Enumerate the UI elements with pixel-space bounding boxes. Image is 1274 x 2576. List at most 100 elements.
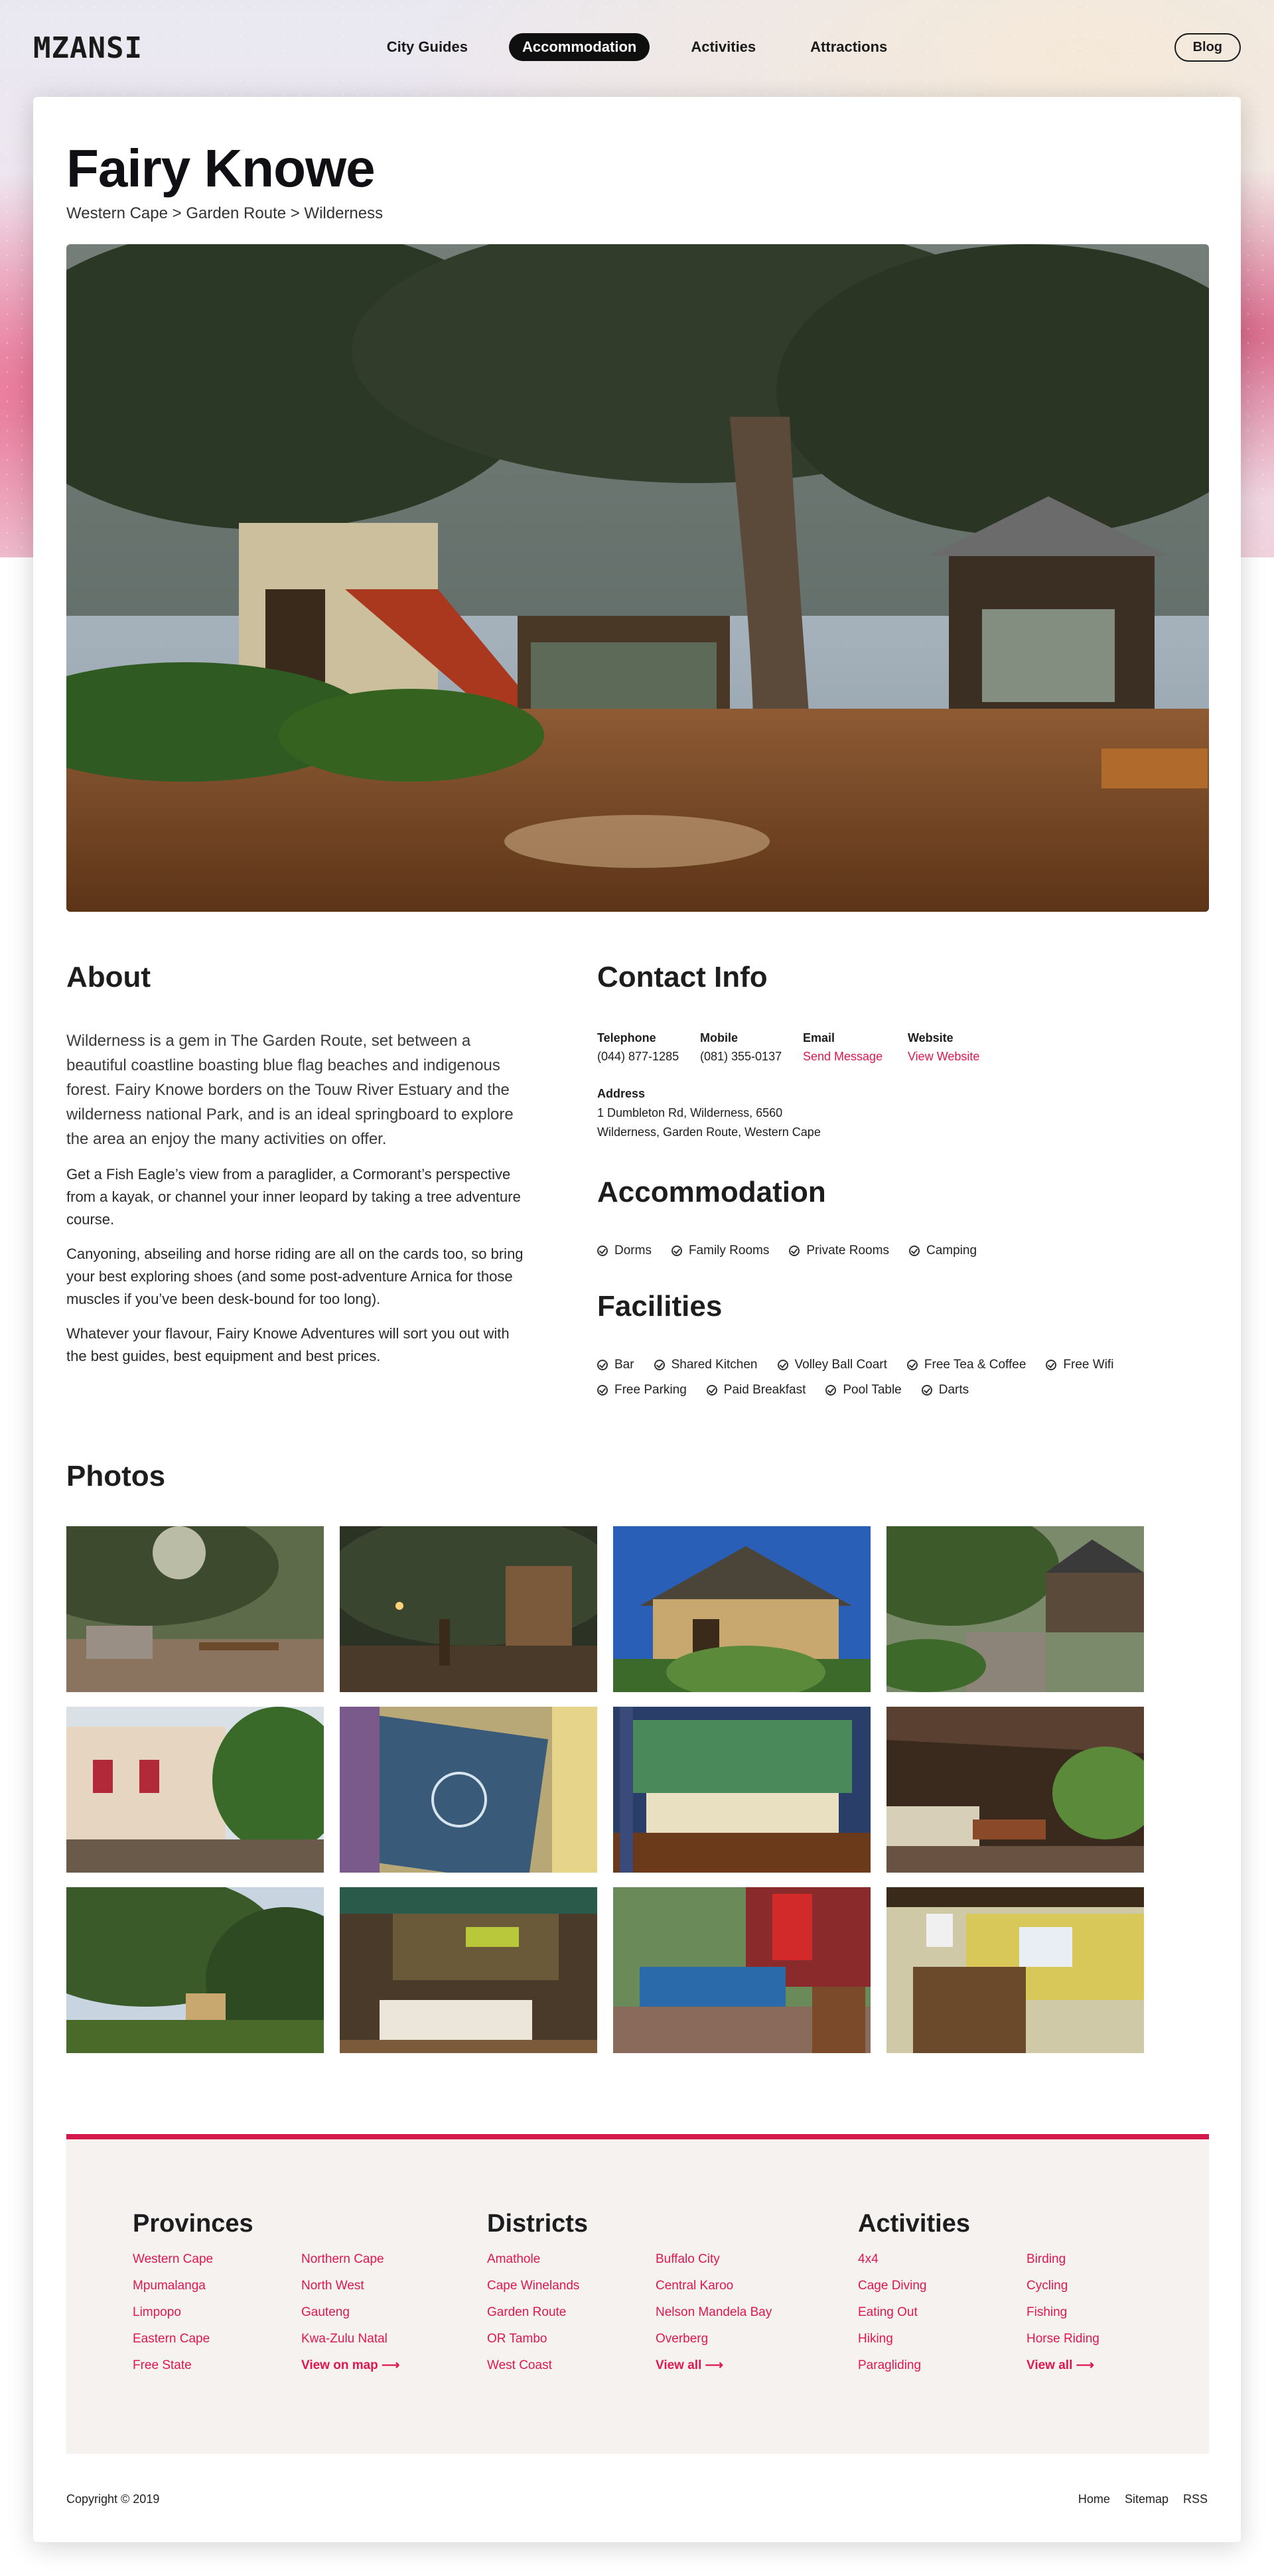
footer-link[interactable]: Western Cape [133, 2250, 301, 2269]
footer-link[interactable]: North West [301, 2277, 470, 2295]
check-circle-icon [597, 1246, 608, 1256]
check-circle-icon [825, 1385, 837, 1395]
accommodation-item: Family Rooms [671, 1244, 770, 1258]
gallery-photo[interactable] [613, 1707, 871, 1873]
gallery-photo[interactable] [66, 1526, 324, 1692]
nav-accommodation[interactable]: Accommodation [508, 33, 650, 61]
gallery-photo[interactable] [340, 1887, 597, 2053]
gallery-photo[interactable] [66, 1887, 324, 2053]
accommodation-item: Private Rooms [789, 1244, 889, 1258]
footer-link[interactable]: Overberg [656, 2330, 824, 2348]
telephone-value[interactable]: (044) 877-1285 [597, 1047, 700, 1066]
footer-link[interactable]: OR Tambo [487, 2330, 656, 2348]
page-title: Fairy Knowe [66, 139, 376, 198]
blog-button[interactable]: Blog [1174, 33, 1241, 62]
gallery-photo[interactable] [613, 1887, 871, 2053]
accommodation-heading: Accommodation [597, 1176, 826, 1208]
accommodation-list: Dorms Family Rooms Private Rooms Camping [597, 1244, 1141, 1258]
main-nav: City Guides Accommodation Activities Att… [0, 33, 1274, 61]
facility-label: Free Wifi [1063, 1358, 1114, 1372]
gallery-photo[interactable] [886, 1526, 1144, 1692]
check-circle-icon [789, 1246, 800, 1256]
about-heading: About [66, 961, 151, 993]
facility-item: Free Parking [597, 1383, 687, 1397]
about-paragraph: Canyoning, abseiling and horse riding ar… [66, 1246, 524, 1307]
footer-link[interactable]: Central Karoo [656, 2277, 824, 2295]
nav-activities[interactable]: Activities [677, 33, 769, 61]
check-circle-icon [777, 1360, 788, 1370]
view-all-activities-link[interactable]: View all ⟶ [1026, 2356, 1195, 2375]
footer-link[interactable]: Eating Out [858, 2303, 1026, 2322]
footer-link[interactable]: Nelson Mandela Bay [656, 2303, 824, 2322]
facility-item: Darts [921, 1383, 969, 1397]
about-paragraph: Get a Fish Eagle’s view from a paraglide… [66, 1166, 521, 1228]
footer-link[interactable]: Northern Cape [301, 2250, 470, 2269]
footer-heading: Activities [858, 2210, 970, 2238]
mobile-label: Mobile [700, 1031, 738, 1044]
accommodation-label: Family Rooms [688, 1244, 770, 1257]
footer-link[interactable]: 4x4 [858, 2250, 1026, 2269]
gallery-photo[interactable] [886, 1707, 1144, 1873]
facility-item: Bar [597, 1358, 634, 1372]
facility-label: Bar [614, 1358, 634, 1372]
footer-heading: Provinces [133, 2210, 253, 2238]
address-label: Address [597, 1087, 646, 1100]
facilities-heading: Facilities [597, 1290, 723, 1323]
gallery-photo[interactable] [66, 1707, 324, 1873]
about-paragraph: Wilderness is a gem in The Garden Route,… [66, 1032, 514, 1148]
facility-item: Pool Table [825, 1383, 902, 1397]
footer-link[interactable]: Mpumalanga [133, 2277, 301, 2295]
gallery-photo[interactable] [340, 1526, 597, 1692]
hero-photo [66, 244, 1209, 912]
gallery-photo[interactable] [613, 1526, 871, 1692]
footer-link[interactable]: Cape Winelands [487, 2277, 656, 2295]
contact-row: Telephone (044) 877-1285 Mobile (081) 35… [597, 1029, 1128, 1066]
footer-link[interactable]: Eastern Cape [133, 2330, 301, 2348]
sitemap-link[interactable]: Sitemap [1125, 2492, 1168, 2506]
view-website-link[interactable]: View Website [908, 1047, 1027, 1066]
accommodation-item: Camping [908, 1244, 977, 1258]
footer-heading: Districts [487, 2210, 589, 2238]
address-line: 1 Dumbleton Rd, Wilderness, 6560 [597, 1106, 783, 1119]
about-text: Wilderness is a gem in The Garden Route,… [66, 1029, 531, 1380]
footer-link[interactable]: Amathole [487, 2250, 656, 2269]
address-field: Address 1 Dumbleton Rd, Wilderness, 6560… [597, 1084, 1128, 1142]
nav-city-guides[interactable]: City Guides [374, 33, 481, 61]
footer-link[interactable]: Limpopo [133, 2303, 301, 2322]
footer-link[interactable]: Fishing [1026, 2303, 1195, 2322]
footer-link[interactable]: Horse Riding [1026, 2330, 1195, 2348]
check-circle-icon [706, 1385, 717, 1395]
rss-link[interactable]: RSS [1183, 2492, 1208, 2506]
footer-link[interactable]: Garden Route [487, 2303, 656, 2322]
home-link[interactable]: Home [1078, 2492, 1110, 2506]
footer-links-section: Provinces Western Cape Northern Cape Mpu… [66, 2139, 1209, 2454]
view-all-districts-link[interactable]: View all ⟶ [656, 2356, 824, 2375]
footer-link[interactable]: Hiking [858, 2330, 1026, 2348]
accommodation-label: Dorms [614, 1244, 652, 1257]
mobile-value[interactable]: (081) 355-0137 [700, 1047, 803, 1066]
facilities-list: Bar Shared Kitchen Volley Ball Coart Fre… [597, 1358, 1141, 1397]
footer-link[interactable]: Buffalo City [656, 2250, 824, 2269]
nav-attractions[interactable]: Attractions [797, 33, 900, 61]
footer-link[interactable]: Gauteng [301, 2303, 470, 2322]
footer-link[interactable]: Free State [133, 2356, 301, 2375]
footer-link[interactable]: Birding [1026, 2250, 1195, 2269]
about-paragraph: Whatever your flavour, Fairy Knowe Adven… [66, 1325, 510, 1364]
check-circle-icon [597, 1385, 608, 1395]
footer-link[interactable]: Kwa-Zulu Natal [301, 2330, 470, 2348]
footer-accent-bar [66, 2134, 1209, 2139]
footer-link[interactable]: West Coast [487, 2356, 656, 2375]
contact-info: Telephone (044) 877-1285 Mobile (081) 35… [597, 1029, 1128, 1142]
copyright-text: Copyright © 2019 [66, 2492, 160, 2506]
view-on-map-link[interactable]: View on map ⟶ [301, 2356, 470, 2375]
footer-link[interactable]: Cage Diving [858, 2277, 1026, 2295]
footer-link[interactable]: Paragliding [858, 2356, 1026, 2375]
gallery-photo[interactable] [340, 1707, 597, 1873]
footer-link[interactable]: Cycling [1026, 2277, 1195, 2295]
gallery-photo[interactable] [886, 1887, 1144, 2053]
mobile-field: Mobile (081) 355-0137 [700, 1029, 803, 1066]
send-message-link[interactable]: Send Message [803, 1047, 908, 1066]
check-circle-icon [906, 1360, 918, 1370]
facility-label: Free Parking [614, 1383, 687, 1397]
photo-gallery [66, 1526, 1144, 2053]
